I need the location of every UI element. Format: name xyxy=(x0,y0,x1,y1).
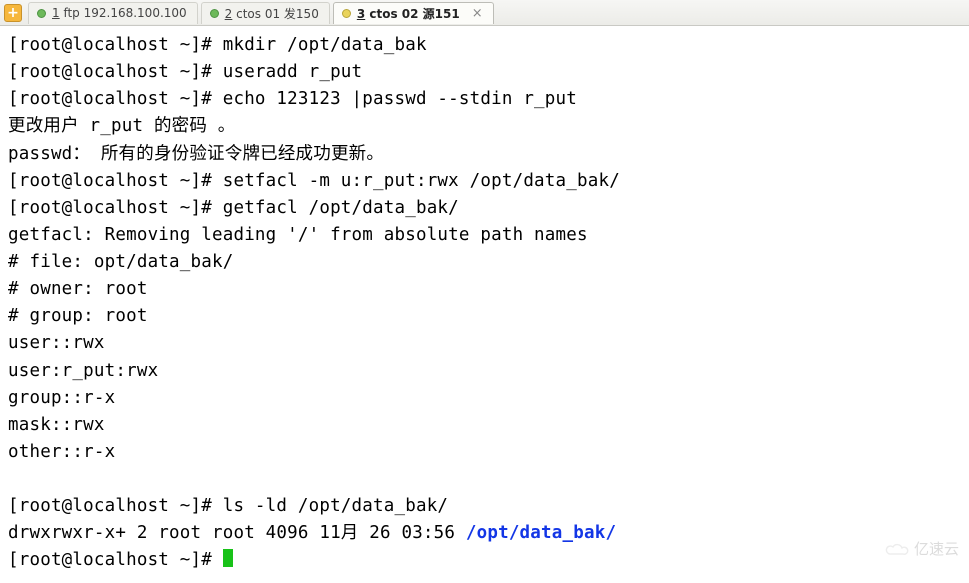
term-line: # owner: root xyxy=(8,279,148,299)
status-dot-icon xyxy=(210,9,219,18)
status-dot-icon xyxy=(37,9,46,18)
term-line: 更改用户 r_put 的密码 。 xyxy=(8,116,236,136)
cloud-icon xyxy=(884,541,910,557)
term-line: group::r-x xyxy=(8,388,115,408)
term-line: user:r_put:rwx xyxy=(8,361,158,381)
term-line: # file: opt/data_bak/ xyxy=(8,252,233,272)
term-line: # group: root xyxy=(8,306,148,326)
watermark-text: 亿速云 xyxy=(914,538,959,559)
term-line: passwd： 所有的身份验证令牌已经成功更新。 xyxy=(8,144,384,164)
term-line: other::r-x xyxy=(8,442,115,462)
tab-ftp[interactable]: 1 ftp 192.168.100.100 xyxy=(28,2,198,24)
plus-icon: + xyxy=(7,6,19,20)
term-line: mask::rwx xyxy=(8,415,105,435)
close-icon[interactable]: × xyxy=(472,6,483,21)
term-line: [root@localhost ~]# xyxy=(8,550,223,570)
term-line: [root@localhost ~]# mkdir /opt/data_bak xyxy=(8,35,427,55)
terminal-output[interactable]: [root@localhost ~]# mkdir /opt/data_bak … xyxy=(0,26,969,583)
tab-label: 2 ctos 01 发150 xyxy=(225,5,319,22)
tab-label: 1 ftp 192.168.100.100 xyxy=(52,6,187,20)
term-line: [root@localhost ~]# echo 123123 |passwd … xyxy=(8,89,577,109)
status-dot-icon xyxy=(342,9,351,18)
tab-ctos01[interactable]: 2 ctos 01 发150 xyxy=(201,2,330,24)
term-path-highlight: /opt/data_bak/ xyxy=(466,523,616,543)
tab-label: 3 ctos 02 源151 xyxy=(357,5,460,22)
term-line: user::rwx xyxy=(8,333,105,353)
term-line: drwxrwxr-x+ 2 root root 4096 11月 26 03:5… xyxy=(8,523,466,543)
term-line: [root@localhost ~]# useradd r_put xyxy=(8,62,362,82)
tab-ctos02[interactable]: 3 ctos 02 源151 × xyxy=(333,2,494,24)
term-line: getfacl: Removing leading '/' from absol… xyxy=(8,225,588,245)
add-tab-button[interactable]: + xyxy=(4,4,22,22)
cursor-icon xyxy=(223,549,233,567)
watermark: 亿速云 xyxy=(884,538,959,559)
term-line: [root@localhost ~]# getfacl /opt/data_ba… xyxy=(8,198,459,218)
term-line: [root@localhost ~]# setfacl -m u:r_put:r… xyxy=(8,171,620,191)
tab-bar: + 1 ftp 192.168.100.100 2 ctos 01 发150 3… xyxy=(0,0,969,26)
term-line: [root@localhost ~]# ls -ld /opt/data_bak… xyxy=(8,496,448,516)
